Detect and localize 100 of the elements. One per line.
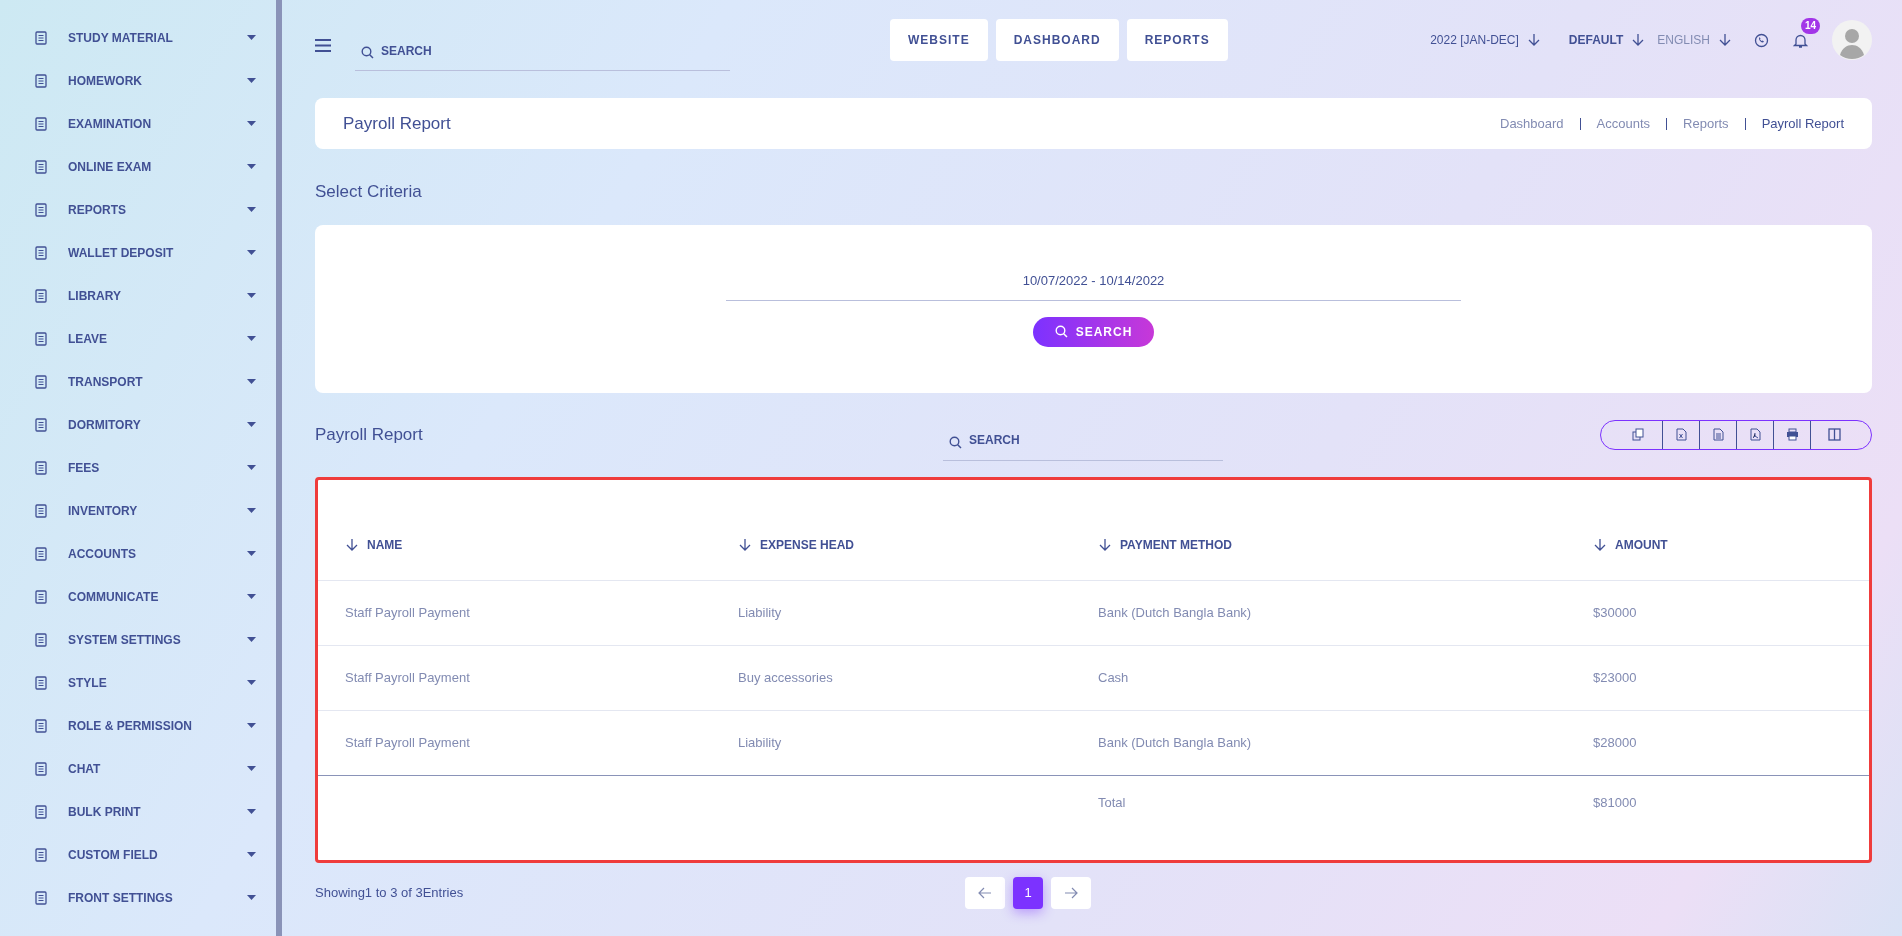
- sidebar-item[interactable]: STUDY MATERIAL: [0, 16, 276, 59]
- table-cell: Liability: [738, 734, 782, 750]
- search-icon: [1054, 325, 1068, 338]
- caret-icon: [247, 637, 256, 642]
- caret-icon: [247, 594, 256, 599]
- menu-icon[interactable]: [315, 38, 331, 52]
- caret-icon: [247, 78, 256, 83]
- pdf-file-icon: [1748, 428, 1762, 441]
- nav-button[interactable]: WEBSITE: [890, 19, 988, 61]
- sort-arrow-icon: [345, 537, 359, 552]
- sidebar-item[interactable]: CHAT: [0, 747, 276, 790]
- column-header[interactable]: EXPENSE HEAD: [738, 535, 1098, 554]
- section-title: Payroll Report: [315, 423, 424, 446]
- breadcrumb-link[interactable]: Dashboard: [1500, 113, 1564, 134]
- breadcrumb-link[interactable]: Reports: [1683, 113, 1729, 134]
- sidebar-item[interactable]: STYLE: [0, 661, 276, 704]
- sidebar-item[interactable]: WALLET DEPOSIT: [0, 231, 276, 274]
- caret-icon: [247, 551, 256, 556]
- arrow-down-icon: [1718, 33, 1732, 47]
- table-cell: Staff Payroll Payment: [345, 669, 470, 685]
- sidebar-item[interactable]: LEAVE: [0, 317, 276, 360]
- arrow-down-icon: [1526, 33, 1541, 47]
- document-icon: [34, 718, 48, 733]
- search-field[interactable]: SEARCH: [943, 420, 1223, 461]
- page-button[interactable]: 1: [1013, 876, 1043, 909]
- document-icon: [34, 202, 48, 217]
- caret-icon: [247, 336, 256, 341]
- total-amount: $81000: [1593, 794, 1637, 810]
- document-icon: [34, 30, 48, 45]
- caret-icon: [247, 293, 256, 298]
- document-icon: [34, 245, 48, 260]
- document-icon: [1711, 428, 1725, 441]
- sidebar-item[interactable]: INVENTORY: [0, 489, 276, 532]
- search-button[interactable]: SEARCH: [1032, 316, 1155, 347]
- caret-icon: [247, 379, 256, 384]
- column-header[interactable]: PAYMENT METHOD: [1098, 535, 1593, 554]
- caret-icon: [247, 35, 256, 40]
- sidebar-item[interactable]: DORMITORY: [0, 403, 276, 446]
- sidebar-item[interactable]: ACCOUNTS: [0, 532, 276, 575]
- print-icon: [1785, 428, 1799, 441]
- nav-button[interactable]: DASHBOARD: [995, 19, 1119, 61]
- sidebar-item[interactable]: LIBRARY: [0, 274, 276, 317]
- table-cell: $23000: [1593, 669, 1637, 685]
- sidebar-item[interactable]: SYSTEM SETTINGS: [0, 618, 276, 661]
- nav-button[interactable]: REPORTS: [1126, 19, 1228, 61]
- document-icon: [34, 632, 48, 647]
- document-icon: [34, 546, 48, 561]
- caret-icon: [247, 508, 256, 513]
- chat-bubble-icon[interactable]: [1754, 32, 1769, 48]
- document-icon: [34, 116, 48, 131]
- search-icon: [361, 46, 374, 59]
- sidebar-item[interactable]: FEES: [0, 446, 276, 489]
- document-icon: [34, 804, 48, 819]
- breadcrumb-link[interactable]: Payroll Report: [1761, 113, 1844, 134]
- document-icon: [34, 847, 48, 862]
- document-icon: [34, 503, 48, 518]
- columns-icon: [1827, 428, 1841, 441]
- sidebar-item[interactable]: ROLE & PERMISSION: [0, 704, 276, 747]
- caret-icon: [247, 895, 256, 900]
- caret-icon: [247, 207, 256, 212]
- session-dropdown[interactable]: 2022 [JAN-DEC]: [1424, 30, 1547, 50]
- column-header[interactable]: NAME: [318, 535, 738, 554]
- document-icon: [34, 460, 48, 475]
- search-icon: [949, 435, 962, 449]
- arrow-right-icon: [1064, 886, 1078, 899]
- search-field[interactable]: SEARCH: [355, 31, 730, 71]
- caret-icon: [247, 680, 256, 685]
- bell-icon[interactable]: [1793, 32, 1808, 49]
- caret-icon: [247, 766, 256, 771]
- sidebar-item[interactable]: COMMUNICATE: [0, 575, 276, 618]
- document-icon: [34, 288, 48, 303]
- page-title: Payroll Report: [343, 112, 451, 135]
- sidebar-item[interactable]: EXAMINATION: [0, 102, 276, 145]
- sidebar-item[interactable]: REPORTS: [0, 188, 276, 231]
- table-cell: Buy accessories: [738, 669, 833, 685]
- sidebar-item[interactable]: BULK PRINT: [0, 790, 276, 833]
- sort-arrow-icon: [1593, 537, 1607, 552]
- entries-info: Showing1 to 3 of 3Entries: [315, 883, 465, 902]
- table-cell: Cash: [1098, 669, 1129, 685]
- sidebar-item[interactable]: TRANSPORT: [0, 360, 276, 403]
- arrow-down-icon: [1631, 33, 1646, 47]
- sidebar-item[interactable]: FRONT SETTINGS: [0, 876, 276, 919]
- document-icon: [34, 761, 48, 776]
- sidebar-item[interactable]: CUSTOM FIELD: [0, 833, 276, 876]
- column-header[interactable]: AMOUNT: [1593, 535, 1869, 554]
- breadcrumb-link[interactable]: Accounts: [1596, 113, 1651, 134]
- caret-icon: [247, 809, 256, 814]
- caret-icon: [247, 852, 256, 857]
- table-cell: $30000: [1593, 604, 1637, 620]
- school-dropdown[interactable]: DEFAULT: [1562, 30, 1652, 50]
- table-cell: Bank (Dutch Bangla Bank): [1098, 604, 1252, 620]
- sort-arrow-icon: [1098, 537, 1112, 552]
- date-range-field[interactable]: 10/07/2022 - 10/14/2022: [726, 260, 1461, 301]
- document-icon: [34, 331, 48, 346]
- document-icon: [34, 159, 48, 174]
- caret-icon: [247, 723, 256, 728]
- arrow-left-icon: [978, 886, 992, 899]
- breadcrumb-separator: [1666, 117, 1668, 130]
- sidebar-item[interactable]: ONLINE EXAM: [0, 145, 276, 188]
- sidebar-item[interactable]: HOMEWORK: [0, 59, 276, 102]
